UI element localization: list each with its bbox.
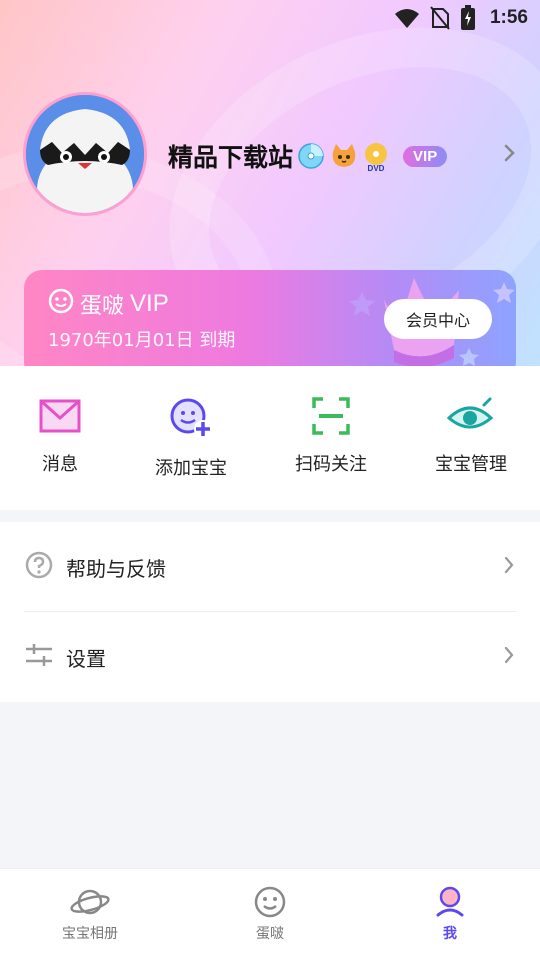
quick-action-label: 宝宝管理 (435, 454, 507, 475)
member-center-button[interactable]: 会员中心 (384, 299, 492, 339)
smile-face-icon (254, 886, 286, 918)
avatar[interactable] (23, 92, 147, 216)
tab-baby-album[interactable]: 宝宝相册 (30, 885, 150, 943)
planet-icon (70, 889, 110, 915)
tab-label: 蛋啵 (256, 926, 284, 942)
chevron-right-icon[interactable] (500, 140, 520, 166)
mail-icon (39, 399, 81, 433)
vip-title: 蛋啵 VIP (48, 288, 169, 320)
help-icon (24, 550, 54, 584)
add-baby-icon (170, 398, 212, 438)
profile-icon (436, 886, 464, 917)
vip-label: VIP (130, 290, 169, 317)
tab-label: 宝宝相册 (62, 926, 118, 942)
quick-actions-panel: 消息 添加宝宝 扫码关注 宝宝管理 (0, 366, 540, 510)
profile-name-row[interactable]: 精品下载站 DVD VIP (168, 136, 448, 176)
menu-label: 设置 (66, 646, 106, 671)
eye-icon (446, 397, 494, 429)
quick-action-scan[interactable]: 扫码关注 (266, 396, 396, 486)
chevron-right-icon (500, 643, 518, 671)
quick-action-messages[interactable]: 消息 (0, 396, 125, 486)
menu-item-settings[interactable]: 设置 (0, 612, 540, 702)
smile-logo-icon (48, 288, 74, 320)
settings-menu: 帮助与反馈 设置 (0, 522, 540, 702)
quick-action-baby-manage[interactable]: 宝宝管理 (406, 396, 536, 486)
scan-icon (312, 397, 350, 435)
settings-sliders-icon (24, 640, 54, 674)
svg-text:DVD: DVD (368, 164, 385, 172)
vip-brand: 蛋啵 (80, 294, 125, 319)
no-sim-icon (430, 6, 450, 30)
vip-badge: VIP (403, 145, 448, 167)
status-bar: 1:56 (0, 0, 540, 36)
wifi-icon (394, 7, 420, 29)
tab-me[interactable]: 我 (390, 885, 510, 943)
tab-danbo[interactable]: 蛋啵 (210, 885, 330, 943)
quick-action-label: 消息 (42, 454, 78, 475)
menu-item-help-feedback[interactable]: 帮助与反馈 (0, 522, 540, 612)
vip-expire-date: 1970年01月01日 到期 (48, 330, 236, 351)
menu-label: 帮助与反馈 (66, 556, 166, 581)
tab-label: 我 (443, 926, 457, 942)
bottom-tab-bar: 宝宝相册 蛋啵 我 (0, 868, 540, 960)
battery-charging-icon (460, 5, 476, 31)
vip-card[interactable]: 蛋啵 VIP 1970年01月01日 到期 会员中心 (24, 270, 516, 380)
quick-action-label: 添加宝宝 (155, 458, 227, 479)
chevron-right-icon (500, 553, 518, 581)
status-time: 1:56 (489, 7, 528, 28)
cd-icon (297, 142, 325, 170)
dvd-icon: DVD (361, 142, 389, 173)
username: 精品下载站 (168, 143, 294, 172)
quick-action-add-baby[interactable]: 添加宝宝 (126, 396, 256, 486)
quick-action-label: 扫码关注 (295, 454, 367, 475)
cat-icon (329, 142, 357, 170)
